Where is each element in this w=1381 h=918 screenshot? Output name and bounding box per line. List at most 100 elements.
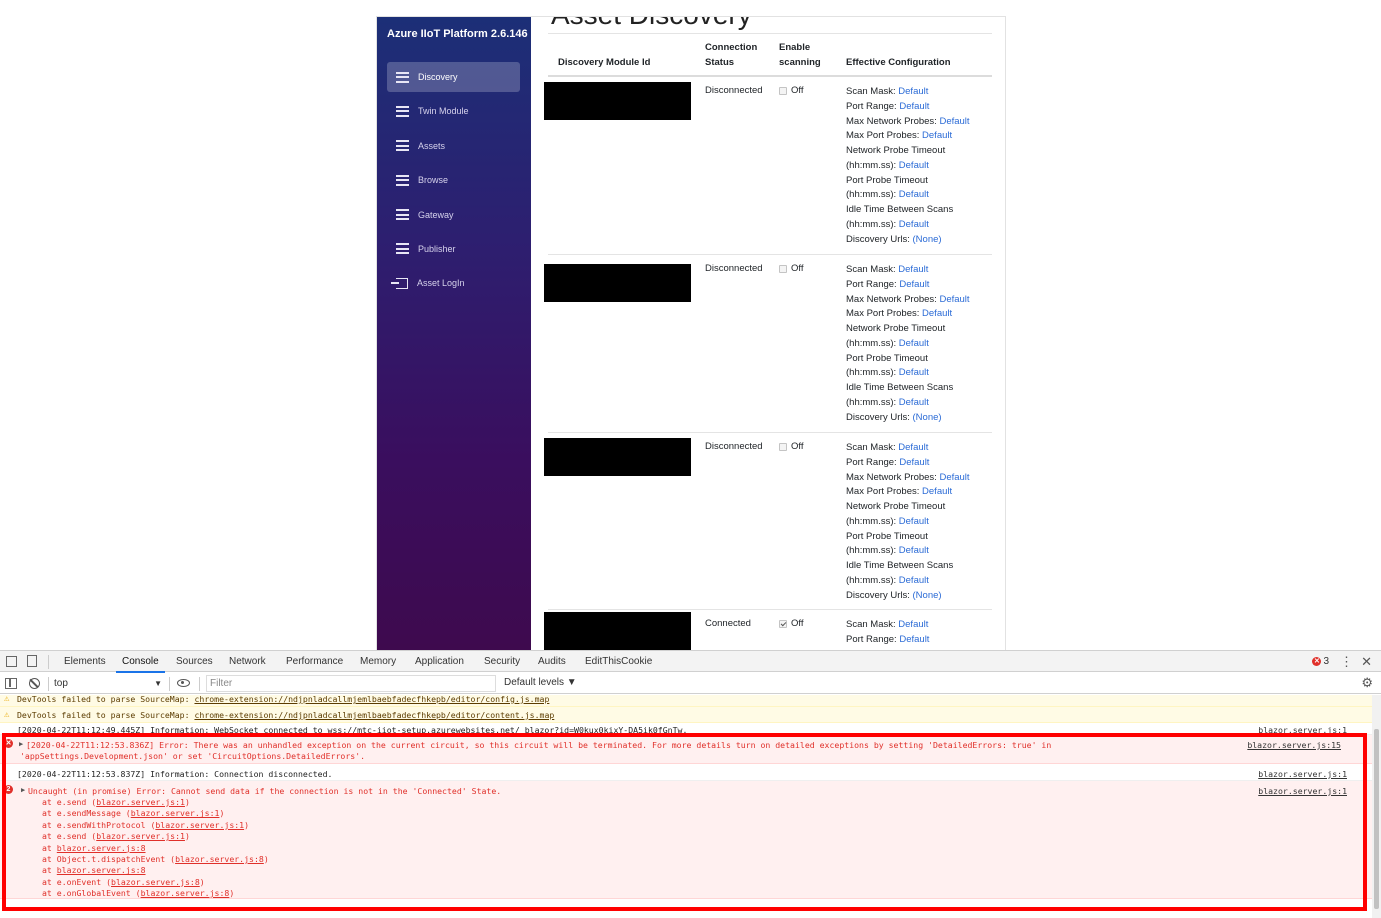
config-link[interactable]: Default [899, 367, 929, 378]
header-text: Status [705, 56, 735, 68]
source-link[interactable]: blazor.server.js:1 [1258, 769, 1347, 779]
console-scrollbar[interactable] [1372, 695, 1381, 918]
config-item: Max Port Probes: Default [846, 308, 953, 320]
tab-elements[interactable]: Elements [64, 656, 106, 667]
scan-toggle[interactable]: Off [779, 263, 804, 274]
close-icon[interactable]: ✕ [1361, 654, 1372, 670]
config-link[interactable]: Default [899, 219, 929, 230]
tab-network[interactable]: Network [229, 656, 266, 667]
config-link[interactable]: Default [939, 116, 969, 127]
scan-toggle[interactable]: Off [779, 618, 804, 629]
config-link[interactable]: Default [898, 619, 928, 630]
config-link[interactable]: Default [939, 472, 969, 483]
sourcemap-link[interactable]: chrome-extension://ndjpnladcallmjemlbaeb… [194, 710, 554, 720]
filter-input[interactable] [206, 675, 496, 692]
config-item: Port Probe Timeout [846, 352, 928, 364]
sourcemap-link[interactable]: chrome-extension://ndjpnladcallmjemlbaeb… [194, 695, 549, 704]
more-options-icon[interactable]: ⋮ [1340, 654, 1353, 670]
stack-link[interactable]: blazor.server.js:8 [141, 888, 230, 898]
scan-toggle[interactable]: Off [779, 85, 804, 96]
device-toolbar-icon[interactable] [27, 655, 37, 667]
tab-sources[interactable]: Sources [176, 656, 213, 667]
inspect-element-icon[interactable] [6, 656, 17, 667]
list-icon [396, 71, 409, 83]
stack-link[interactable]: blazor.server.js:1 [96, 797, 185, 807]
source-link[interactable]: blazor.server.js:1 [1258, 725, 1347, 734]
config-link[interactable]: Default [899, 279, 929, 290]
config-link[interactable]: Default [922, 308, 952, 319]
error-counter[interactable]: ✕ 3 [1312, 656, 1329, 667]
config-link[interactable]: Default [898, 86, 928, 97]
context-value: top [54, 678, 68, 689]
expand-triangle-icon[interactable]: ▶ [19, 740, 23, 748]
config-link[interactable]: (None) [913, 590, 942, 601]
clear-console-icon[interactable] [29, 678, 40, 689]
sidebar-item-browse[interactable]: Browse [387, 165, 520, 195]
tab-security[interactable]: Security [484, 656, 520, 667]
sidebar-item-label: Assets [418, 140, 446, 151]
sidebar-item-publisher[interactable]: Publisher [387, 234, 520, 264]
context-select[interactable]: top ▼ [54, 676, 164, 691]
scan-checkbox[interactable] [779, 619, 787, 628]
config-link[interactable]: Default [922, 130, 952, 141]
config-link[interactable]: Default [922, 486, 952, 497]
sidebar-item-label: Browse [418, 175, 449, 186]
config-link[interactable]: Default [899, 101, 929, 112]
stack-link[interactable]: blazor.server.js:1 [96, 831, 185, 841]
config-link[interactable]: Default [899, 457, 929, 468]
table-row: Disconnected Off Scan Mask: Default Port… [544, 256, 992, 433]
stack-link[interactable]: blazor.server.js:8 [57, 843, 146, 853]
stack-link[interactable]: blazor.server.js:8 [57, 865, 146, 875]
tab-performance[interactable]: Performance [286, 656, 343, 667]
config-link[interactable]: Default [899, 634, 929, 645]
scan-checkbox[interactable] [779, 442, 787, 451]
config-link[interactable]: (None) [913, 234, 942, 245]
console-warning: ⚠ DevTools failed to parse SourceMap: ch… [0, 695, 1372, 707]
stack-link[interactable]: blazor.server.js:1 [131, 808, 220, 818]
source-link[interactable]: blazor.server.js:1 [1258, 786, 1347, 796]
scan-toggle[interactable]: Off [779, 441, 804, 452]
tab-memory[interactable]: Memory [360, 656, 396, 667]
scan-checkbox[interactable] [779, 86, 787, 95]
tab-console[interactable]: Console [116, 656, 165, 673]
config-link[interactable]: Default [899, 575, 929, 586]
config-item: Network Probe Timeout [846, 145, 946, 156]
config-link[interactable]: Default [898, 264, 928, 275]
gear-icon[interactable]: ⚙ [1361, 675, 1373, 691]
redacted-module-id [544, 438, 691, 476]
scan-label: Off [791, 263, 804, 274]
config-link[interactable]: Default [899, 189, 929, 200]
stack-link[interactable]: blazor.server.js:1 [155, 820, 244, 830]
config-link[interactable]: Default [899, 397, 929, 408]
stack-link[interactable]: blazor.server.js:8 [175, 854, 264, 864]
config-link[interactable]: Default [899, 338, 929, 349]
config-link[interactable]: (None) [913, 412, 942, 423]
sidebar-item-discovery[interactable]: Discovery [387, 62, 520, 92]
config-item: Port Probe Timeout [846, 174, 928, 186]
show-sidebar-icon[interactable] [5, 678, 17, 689]
config-link[interactable]: Default [939, 294, 969, 305]
list-icon [396, 174, 409, 186]
config-link[interactable]: Default [898, 442, 928, 453]
tab-audits[interactable]: Audits [538, 656, 566, 667]
sidebar-item-asset-login[interactable]: Asset LogIn [387, 268, 520, 298]
source-link[interactable]: blazor.server.js:15 [1247, 740, 1341, 750]
config-link[interactable]: Default [899, 545, 929, 556]
stack-link[interactable]: blazor.server.js:8 [111, 877, 200, 887]
tab-editthiscookie[interactable]: EditThisCookie [585, 656, 652, 667]
tab-application[interactable]: Application [415, 656, 464, 667]
live-expression-eye-icon[interactable] [177, 679, 190, 687]
sidebar-item-twin-module[interactable]: Twin Module [387, 96, 520, 126]
stack-frame: at e.sendMessage (blazor.server.js:1) [42, 808, 225, 819]
sidebar-item-gateway[interactable]: Gateway [387, 200, 520, 230]
header-text: scanning [779, 56, 821, 68]
config-link[interactable]: Default [899, 516, 929, 527]
config-item: Idle Time Between Scans [846, 204, 954, 215]
expand-triangle-icon[interactable]: ▶ [21, 786, 25, 794]
log-levels-dropdown[interactable]: Default levels ▼ [504, 677, 577, 688]
scan-checkbox[interactable] [779, 264, 787, 273]
sidebar-item-label: Publisher [418, 243, 456, 254]
error-count-badge: 2 [4, 785, 13, 794]
sidebar-item-assets[interactable]: Assets [387, 131, 520, 161]
config-link[interactable]: Default [899, 160, 929, 171]
